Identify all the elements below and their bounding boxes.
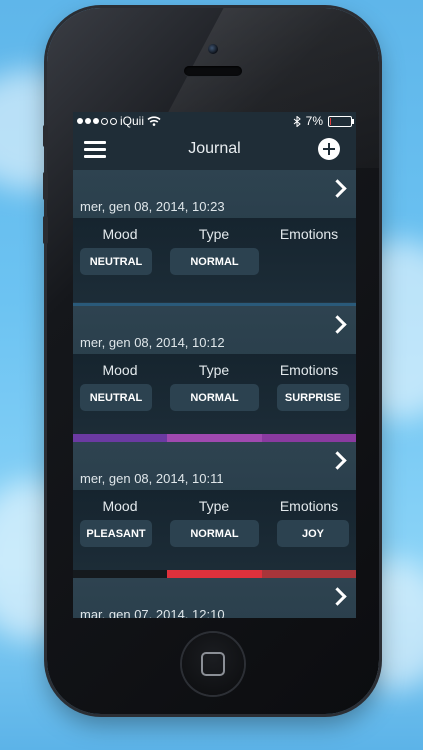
type-badge: NORMAL bbox=[170, 248, 259, 275]
add-entry-icon[interactable] bbox=[318, 138, 340, 160]
color-segment bbox=[261, 434, 356, 442]
color-segment bbox=[73, 570, 168, 578]
page-title: Journal bbox=[188, 140, 241, 157]
chevron-right-icon[interactable] bbox=[328, 587, 347, 606]
bluetooth-icon bbox=[293, 115, 301, 127]
home-button[interactable] bbox=[182, 633, 244, 695]
battery-icon bbox=[328, 115, 354, 127]
emotion-color-bar bbox=[73, 570, 356, 578]
journal-entry[interactable]: mer, gen 08, 2014, 10:12 Mood Type Emoti… bbox=[73, 306, 356, 442]
emotion-badge: JOY bbox=[277, 520, 349, 547]
entry-header[interactable]: mer, gen 08, 2014, 10:12 bbox=[73, 306, 356, 354]
journal-entry[interactable]: mer, gen 08, 2014, 10:23 Mood Type Emoti… bbox=[73, 170, 356, 306]
entry-header[interactable]: mar, gen 07, 2014, 12:10 bbox=[73, 578, 356, 618]
color-segment bbox=[261, 570, 356, 578]
color-segment bbox=[73, 434, 168, 442]
emotion-color-bar bbox=[73, 434, 356, 442]
volume-up-button[interactable] bbox=[43, 172, 48, 200]
chevron-right-icon[interactable] bbox=[328, 315, 347, 334]
status-bar: iQuii 7% bbox=[73, 112, 356, 130]
mood-label: Mood bbox=[102, 226, 138, 242]
chevron-right-icon[interactable] bbox=[328, 451, 347, 470]
entry-date: mer, gen 08, 2014, 10:12 bbox=[80, 335, 225, 350]
entry-details: Mood Type Emotions NEUTRAL NORMAL bbox=[73, 218, 356, 302]
entry-details: Mood Type Emotions PLEASANT NORMAL JOY bbox=[73, 490, 356, 574]
emotions-label: Emotions bbox=[279, 498, 339, 514]
type-label: Type bbox=[198, 362, 230, 378]
front-camera bbox=[208, 44, 218, 54]
entry-details: Mood Type Emotions NEUTRAL NORMAL SURPRI… bbox=[73, 354, 356, 438]
entry-header[interactable]: mer, gen 08, 2014, 10:11 bbox=[73, 442, 356, 490]
chevron-right-icon[interactable] bbox=[328, 179, 347, 198]
emotion-badge: SURPRISE bbox=[277, 384, 349, 411]
emotions-label: Emotions bbox=[279, 226, 339, 242]
mute-switch[interactable] bbox=[43, 125, 48, 147]
entry-date: mer, gen 08, 2014, 10:11 bbox=[80, 471, 224, 486]
mood-badge: NEUTRAL bbox=[80, 248, 152, 275]
color-segment bbox=[167, 434, 262, 442]
type-badge: NORMAL bbox=[170, 384, 259, 411]
entry-date: mar, gen 07, 2014, 12:10 bbox=[80, 607, 225, 618]
earpiece-speaker bbox=[184, 66, 242, 76]
journal-list: mer, gen 08, 2014, 10:23 Mood Type Emoti… bbox=[73, 170, 356, 618]
journal-entry[interactable]: mer, gen 08, 2014, 10:11 Mood Type Emoti… bbox=[73, 442, 356, 578]
journal-entry[interactable]: mar, gen 07, 2014, 12:10 bbox=[73, 578, 356, 618]
signal-icon bbox=[77, 117, 117, 125]
type-badge: NORMAL bbox=[170, 520, 259, 547]
nav-bar: Journal bbox=[73, 130, 356, 170]
mood-label: Mood bbox=[102, 498, 138, 514]
color-segment bbox=[167, 570, 262, 578]
entry-header[interactable]: mer, gen 08, 2014, 10:23 bbox=[73, 170, 356, 218]
wifi-icon bbox=[147, 116, 161, 126]
mood-badge: PLEASANT bbox=[80, 520, 152, 547]
mood-label: Mood bbox=[102, 362, 138, 378]
type-label: Type bbox=[198, 498, 230, 514]
battery-percent: 7% bbox=[305, 114, 323, 128]
app-screen: iQuii 7% Journal mer, gen 08, 2014, 10:2… bbox=[73, 112, 356, 618]
mood-badge: NEUTRAL bbox=[80, 384, 152, 411]
entry-date: mer, gen 08, 2014, 10:23 bbox=[80, 199, 225, 214]
type-label: Type bbox=[198, 226, 230, 242]
carrier-name: iQuii bbox=[120, 114, 145, 128]
emotions-label: Emotions bbox=[279, 362, 339, 378]
volume-down-button[interactable] bbox=[43, 216, 48, 244]
